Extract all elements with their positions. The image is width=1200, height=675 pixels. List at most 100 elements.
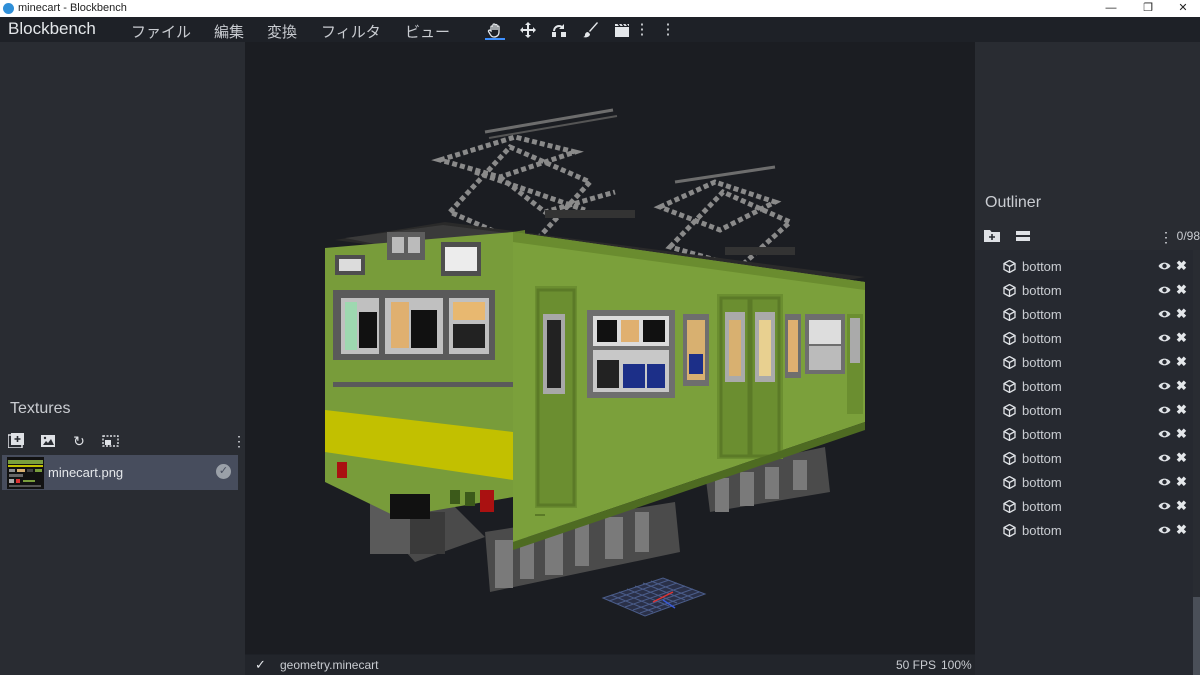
train-model-render: [325, 108, 865, 617]
minimize-icon[interactable]: —: [1096, 0, 1126, 17]
texture-selection-icon[interactable]: [101, 433, 119, 449]
cube-icon: [1003, 428, 1016, 441]
window-title-bar: minecart - Blockbench — ❐ ✕: [0, 0, 1200, 17]
outliner-item-name: bottom: [1022, 451, 1062, 466]
tool-overflow-icon[interactable]: ⋮: [632, 20, 652, 40]
cube-icon: [1003, 380, 1016, 393]
visibility-eye-icon[interactable]: [1158, 404, 1171, 416]
cube-icon: [1003, 260, 1016, 273]
cube-icon: [1003, 284, 1016, 297]
textures-panel-title: Textures: [10, 400, 71, 417]
outliner-item[interactable]: bottom ✖: [975, 279, 1193, 303]
cube-icon: [1003, 308, 1016, 321]
status-bar: ✓ geometry.minecart 50 FPS 100%: [245, 655, 975, 675]
visibility-eye-icon[interactable]: [1158, 428, 1171, 440]
move-tool-icon[interactable]: [518, 20, 538, 40]
visibility-eye-icon[interactable]: [1158, 260, 1171, 272]
delete-x-icon[interactable]: ✖: [1176, 330, 1187, 346]
menu-edit[interactable]: 編集: [214, 21, 244, 42]
3d-viewport[interactable]: [245, 42, 975, 654]
hand-tool-icon[interactable]: [485, 20, 505, 40]
delete-x-icon[interactable]: ✖: [1176, 306, 1187, 322]
delete-x-icon[interactable]: ✖: [1176, 426, 1187, 442]
texture-list-item[interactable]: minecart.png ✓: [2, 455, 238, 490]
outliner-list: bottom ✖ bottom ✖ bottom ✖ bottom ✖ bott…: [975, 250, 1193, 675]
delete-x-icon[interactable]: ✖: [1176, 498, 1187, 514]
outliner-item[interactable]: bottom ✖: [975, 471, 1193, 495]
status-zoom: 100%: [941, 658, 972, 672]
outliner-item-name: bottom: [1022, 355, 1062, 370]
visibility-eye-icon[interactable]: [1158, 524, 1171, 536]
texture-saved-check-icon: ✓: [216, 464, 231, 479]
menu-view[interactable]: ビュー: [405, 21, 450, 42]
outliner-item-name: bottom: [1022, 499, 1062, 514]
cube-icon: [1003, 476, 1016, 489]
delete-x-icon[interactable]: ✖: [1176, 522, 1187, 538]
outliner-item[interactable]: bottom ✖: [975, 447, 1193, 471]
visibility-eye-icon[interactable]: [1158, 452, 1171, 464]
animation-clapper-icon[interactable]: [612, 20, 632, 40]
menu-file[interactable]: ファイル: [131, 21, 191, 42]
visibility-eye-icon[interactable]: [1158, 380, 1171, 392]
outliner-item-name: bottom: [1022, 331, 1062, 346]
resize-tool-icon[interactable]: [549, 20, 569, 40]
outliner-item-name: bottom: [1022, 403, 1062, 418]
outliner-item[interactable]: bottom ✖: [975, 255, 1193, 279]
add-texture-icon[interactable]: [7, 433, 25, 449]
outliner-item[interactable]: bottom ✖: [975, 399, 1193, 423]
outliner-item[interactable]: bottom ✖: [975, 351, 1193, 375]
outliner-scrollbar[interactable]: [1193, 597, 1200, 675]
visibility-eye-icon[interactable]: [1158, 500, 1171, 512]
outliner-menu-icon[interactable]: ⋮: [1159, 229, 1173, 245]
visibility-eye-icon[interactable]: [1158, 476, 1171, 488]
cube-icon: [1003, 332, 1016, 345]
outliner-item[interactable]: bottom ✖: [975, 327, 1193, 351]
right-sidebar: Outliner ⋮ 0/98 bottom ✖ bottom ✖ bottom…: [975, 42, 1200, 675]
status-model-name: geometry.minecart: [280, 658, 379, 672]
delete-x-icon[interactable]: ✖: [1176, 450, 1187, 466]
collapse-all-icon[interactable]: [1014, 229, 1032, 245]
outliner-item[interactable]: bottom ✖: [975, 495, 1193, 519]
texture-thumbnail: [7, 457, 44, 489]
status-fps: 50 FPS: [896, 658, 937, 672]
status-ok-check-icon: ✓: [255, 657, 266, 672]
delete-x-icon[interactable]: ✖: [1176, 258, 1187, 274]
close-icon[interactable]: ✕: [1168, 0, 1198, 17]
left-sidebar: Textures ↻ ⋮ minecart.png ✓: [0, 42, 246, 675]
cube-icon: [1003, 404, 1016, 417]
menu-filter[interactable]: フィルタ: [321, 21, 381, 42]
outliner-panel-title: Outliner: [985, 194, 1042, 211]
outliner-item-name: bottom: [1022, 475, 1062, 490]
outliner-item-name: bottom: [1022, 259, 1062, 274]
outliner-item[interactable]: bottom ✖: [975, 303, 1193, 327]
texture-name: minecart.png: [48, 465, 124, 480]
delete-x-icon[interactable]: ✖: [1176, 402, 1187, 418]
delete-x-icon[interactable]: ✖: [1176, 354, 1187, 370]
outliner-item[interactable]: bottom ✖: [975, 423, 1193, 447]
window-title: minecart - Blockbench: [18, 2, 127, 14]
visibility-eye-icon[interactable]: [1158, 308, 1171, 320]
outliner-selection-count: 0/98: [1176, 229, 1200, 243]
restore-icon[interactable]: ❐: [1133, 0, 1163, 17]
more-vertical-icon[interactable]: ⋮: [658, 20, 678, 40]
delete-x-icon[interactable]: ✖: [1176, 378, 1187, 394]
outliner-item[interactable]: bottom ✖: [975, 375, 1193, 399]
paint-brush-icon[interactable]: [581, 20, 601, 40]
delete-x-icon[interactable]: ✖: [1176, 474, 1187, 490]
cube-icon: [1003, 500, 1016, 513]
visibility-eye-icon[interactable]: [1158, 284, 1171, 296]
outliner-item-name: bottom: [1022, 307, 1062, 322]
visibility-eye-icon[interactable]: [1158, 356, 1171, 368]
cube-icon: [1003, 356, 1016, 369]
import-texture-icon[interactable]: [39, 433, 57, 449]
outliner-item[interactable]: bottom ✖: [975, 519, 1193, 543]
add-group-icon[interactable]: [983, 229, 1001, 245]
visibility-eye-icon[interactable]: [1158, 332, 1171, 344]
menu-bar: Blockbench ファイル 編集 変換 フィルタ ビュー ⋮ ⋮: [0, 17, 1200, 42]
menu-transform[interactable]: 変換: [267, 21, 297, 42]
delete-x-icon[interactable]: ✖: [1176, 282, 1187, 298]
ground-grid: [601, 577, 707, 617]
reload-textures-icon[interactable]: ↻: [70, 433, 88, 449]
app-brand[interactable]: Blockbench: [8, 19, 96, 39]
outliner-item-name: bottom: [1022, 523, 1062, 538]
